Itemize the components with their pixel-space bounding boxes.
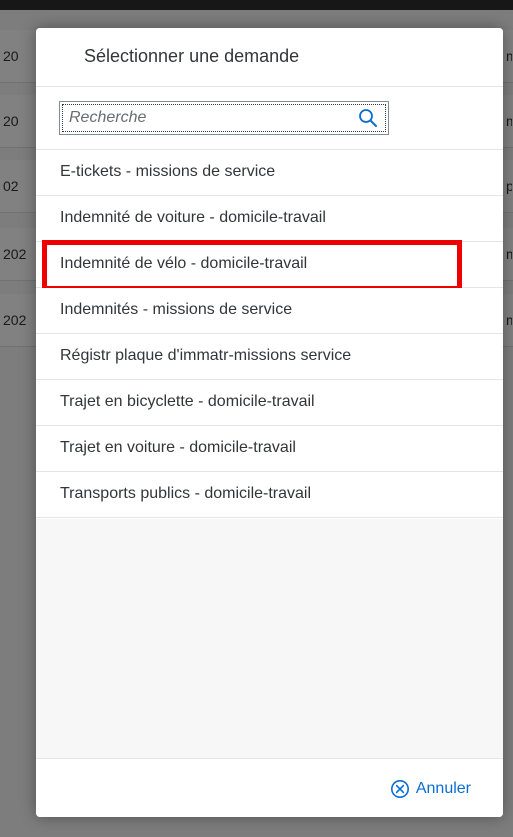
list-item-label: E-tickets - missions de service bbox=[60, 163, 276, 180]
list-item-label: Transports publics - domicile-travail bbox=[60, 485, 312, 502]
list-item-indemnite-velo[interactable]: Indemnité de vélo - domicile-travail bbox=[36, 240, 503, 291]
list-item-indemnites-missions[interactable]: Indemnités - missions de service bbox=[36, 288, 503, 334]
list-item-registr-plaque[interactable]: Régistr plaque d'immatr-missions service bbox=[36, 334, 503, 380]
search-input[interactable] bbox=[69, 108, 339, 128]
dialog-title: Sélectionner une demande bbox=[84, 46, 300, 66]
dialog-footer: Annuler bbox=[36, 758, 503, 817]
list-empty-area bbox=[36, 519, 503, 758]
list-item-label: Régistr plaque d'immatr-missions service bbox=[60, 347, 352, 364]
dialog-header: Sélectionner une demande bbox=[36, 28, 503, 87]
list-item-label: Indemnité de voiture - domicile-travail bbox=[60, 209, 326, 226]
list-item-label: Trajet en voiture - domicile-travail bbox=[60, 439, 296, 456]
cancel-button[interactable]: Annuler bbox=[390, 777, 471, 801]
select-request-dialog: Sélectionner une demande E-tickets - mis… bbox=[36, 28, 503, 817]
list-item-trajet-voiture[interactable]: Trajet en voiture - domicile-travail bbox=[36, 426, 503, 472]
search-area bbox=[36, 87, 503, 149]
close-circle-icon bbox=[390, 780, 409, 798]
list-item-transports-publics[interactable]: Transports publics - domicile-travail bbox=[36, 472, 503, 518]
list-item-label: Indemnités - missions de service bbox=[60, 301, 293, 318]
list-item-e-tickets[interactable]: E-tickets - missions de service bbox=[36, 150, 503, 196]
cancel-label: Annuler bbox=[415, 780, 471, 797]
search-field[interactable] bbox=[59, 101, 389, 135]
search-icon[interactable] bbox=[358, 108, 378, 128]
list-item-label: Trajet en bicyclette - domicile-travail bbox=[60, 393, 315, 410]
list-item-label: Indemnité de vélo - domicile-travail bbox=[60, 255, 308, 272]
request-list: E-tickets - missions de service Indemnit… bbox=[36, 149, 503, 518]
list-item-indemnite-voiture[interactable]: Indemnité de voiture - domicile-travail bbox=[36, 196, 503, 242]
list-item-trajet-bicyclette[interactable]: Trajet en bicyclette - domicile-travail bbox=[36, 380, 503, 426]
